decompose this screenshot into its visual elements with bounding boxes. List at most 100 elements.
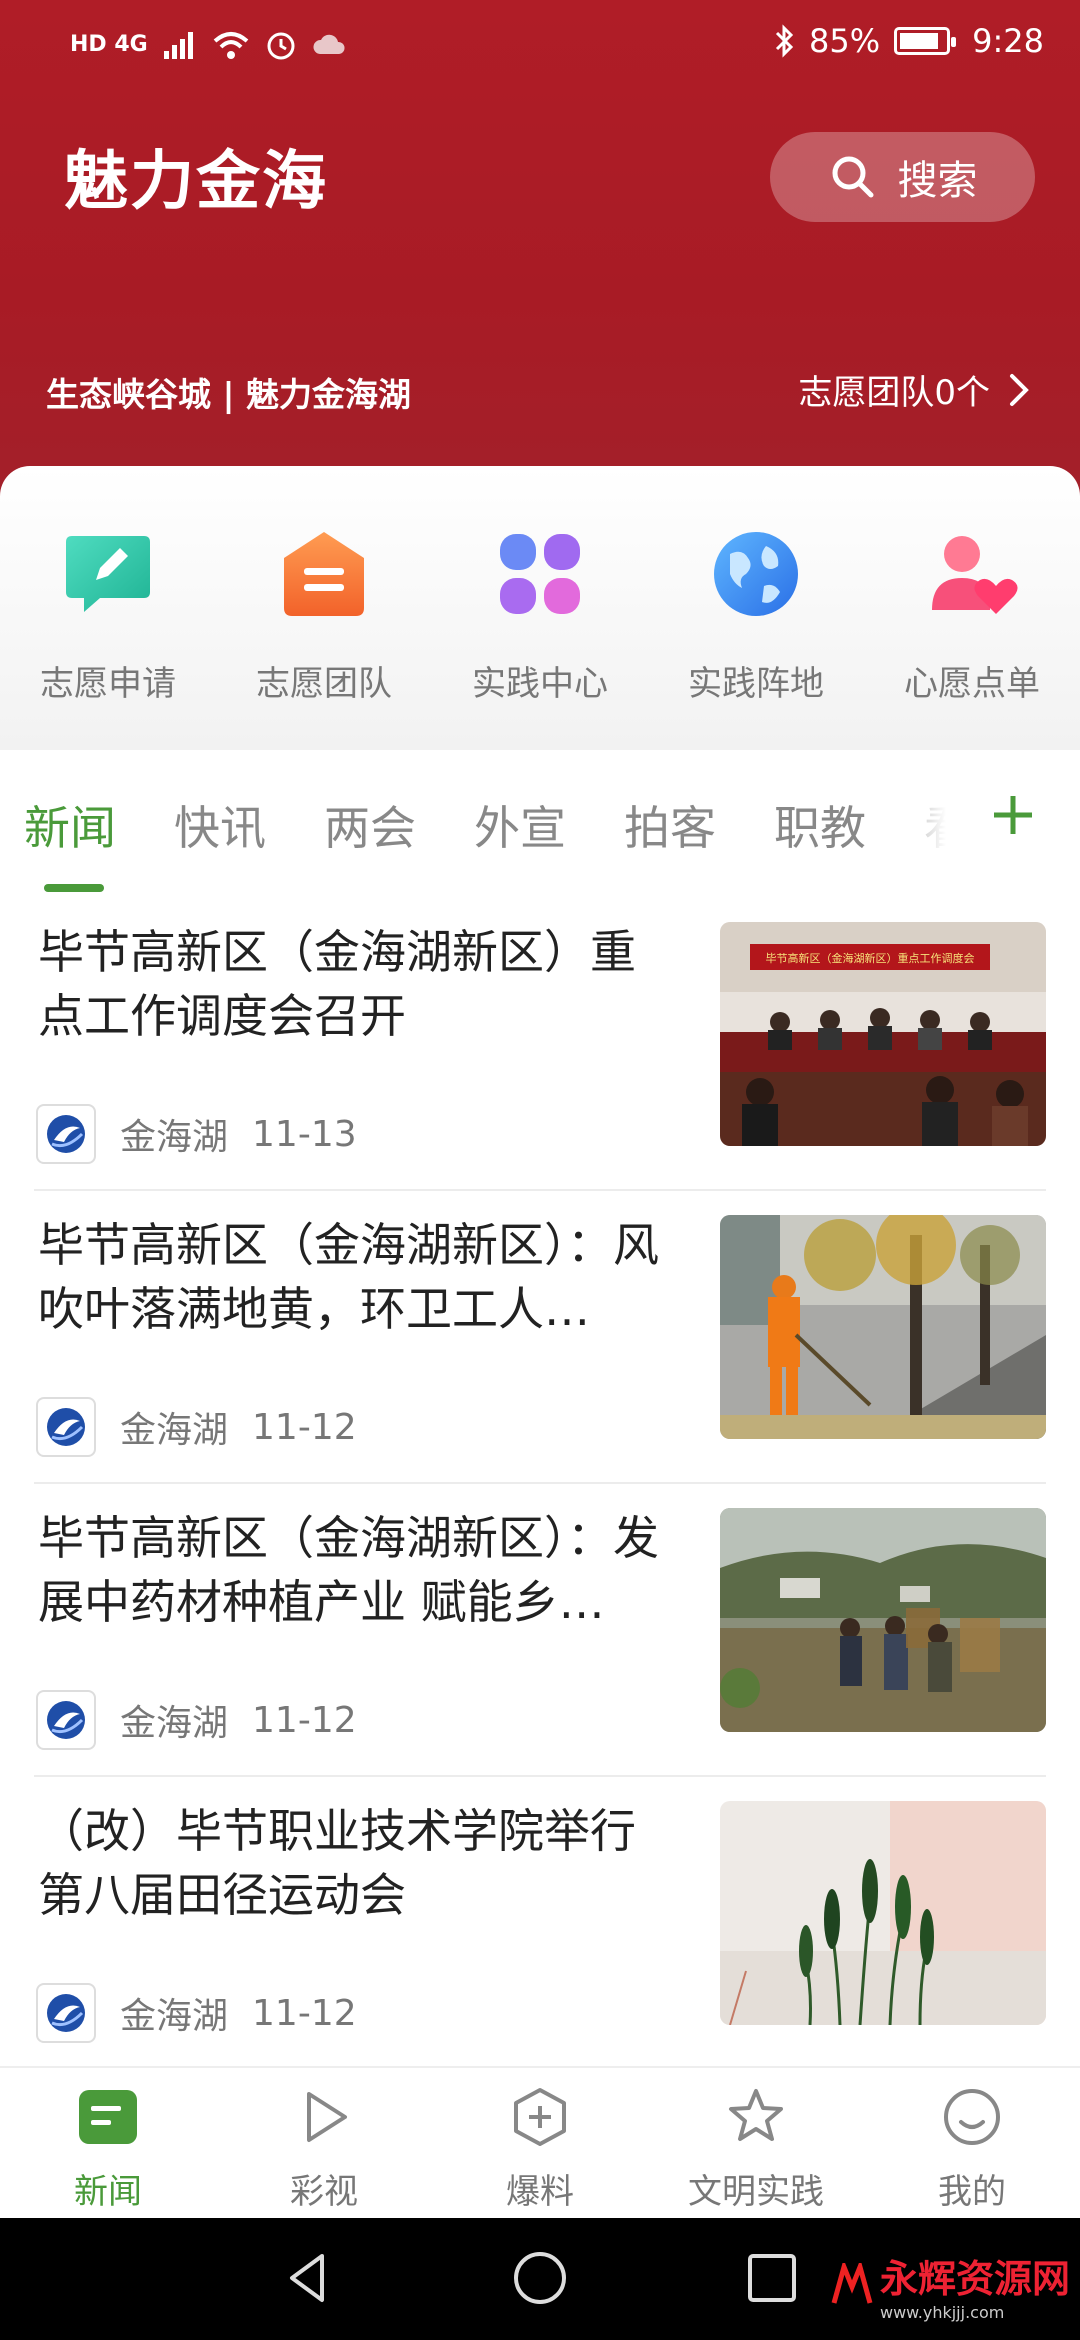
- news-item[interactable]: 毕节高新区（金海湖新区）：风吹叶落满地黄，环卫工人… 金海湖 11-12: [34, 1191, 1046, 1484]
- green-plants-photo-icon: [720, 1801, 1046, 2025]
- news-date: 11-13: [252, 1113, 357, 1155]
- quick-action-label: 志愿申请: [40, 664, 176, 704]
- team-box-icon: [284, 532, 364, 616]
- quick-action-volunteer-team[interactable]: 志愿团队: [216, 526, 432, 705]
- news-title: （改）毕节职业技术学院举行第八届田径运动会: [38, 1804, 636, 1922]
- source-logo-icon: [36, 1983, 96, 2043]
- watermark: 永辉资源网 www.yhkjjj.com: [830, 2248, 1070, 2322]
- status-bar: HD 4G 85% 9:28: [0, 0, 1080, 90]
- active-tab-indicator: [44, 884, 104, 892]
- meeting-photo-icon: 毕节高新区（金海湖新区）重点工作调度会: [720, 922, 1046, 1146]
- back-icon[interactable]: [278, 2248, 338, 2308]
- chevron-right-icon: [1010, 373, 1029, 406]
- search-icon: [832, 156, 873, 198]
- tab-flash[interactable]: 快讯: [174, 792, 266, 858]
- bluetooth-icon: [775, 24, 794, 58]
- news-meta: 金海湖 11-12: [36, 1690, 357, 1750]
- add-channel-icon[interactable]: [988, 790, 1038, 840]
- alarm-icon: [267, 32, 295, 60]
- news-meta: 金海湖 11-13: [36, 1104, 357, 1164]
- tab-two-sessions[interactable]: 两会: [324, 792, 416, 858]
- news-date: 11-12: [252, 1992, 357, 2034]
- news-date: 11-12: [252, 1699, 357, 1741]
- farmers-photo-icon: [720, 1508, 1046, 1732]
- news-title: 毕节高新区（金海湖新区）重点工作调度会召开: [38, 925, 636, 1043]
- news-source: 金海湖: [120, 1996, 229, 2037]
- nav-label: 我的: [938, 2172, 1006, 2212]
- tab-publicity[interactable]: 外宣: [474, 792, 566, 858]
- news-icon: [79, 2090, 137, 2144]
- news-source: 金海湖: [120, 1703, 229, 1744]
- system-nav-bar: 永辉资源网 www.yhkjjj.com: [0, 2218, 1080, 2340]
- watermark-logo-icon: [831, 2263, 873, 2304]
- news-source: 金海湖: [120, 1117, 229, 1158]
- news-meta: 金海湖 11-12: [36, 1983, 357, 2043]
- street-sweeper-photo-icon: [720, 1215, 1046, 1439]
- nav-report[interactable]: 爆料: [432, 2086, 648, 2213]
- nav-label: 爆料: [506, 2172, 574, 2212]
- four-leaf-icon: [500, 534, 580, 614]
- watermark-text: 永辉资源网: [879, 2257, 1070, 2301]
- news-item[interactable]: 毕节高新区（金海湖新区）：发展中药材种植产业 赋能乡… 金海湖 11-12: [34, 1484, 1046, 1777]
- quick-action-practice-center[interactable]: 实践中心: [432, 526, 648, 705]
- quick-action-label: 志愿团队: [256, 664, 392, 704]
- search-label: 搜索: [897, 158, 978, 204]
- news-thumbnail: [720, 1508, 1046, 1732]
- status-left: HD 4G: [70, 25, 348, 65]
- quick-action-label: 心愿点单: [904, 664, 1040, 704]
- news-title: 毕节高新区（金海湖新区）：风吹叶落满地黄，环卫工人…: [38, 1218, 659, 1336]
- nav-mine[interactable]: 我的: [864, 2086, 1080, 2213]
- quick-action-volunteer-apply[interactable]: 志愿申请: [0, 526, 216, 705]
- quick-actions: 志愿申请 志愿团队 实践中心 实践阵地 心愿点单: [0, 466, 1080, 750]
- globe-icon: [714, 532, 798, 616]
- signal-icon: [163, 32, 193, 59]
- recent-apps-icon[interactable]: [742, 2248, 802, 2308]
- source-logo-icon: [36, 1104, 96, 1164]
- cloud-icon: [313, 34, 345, 54]
- battery-level: [900, 33, 938, 49]
- news-thumbnail: [720, 1801, 1046, 2025]
- nav-label: 新闻: [74, 2172, 142, 2212]
- status-right: 85% 9:28: [773, 22, 1044, 60]
- meeting-banner-text: 毕节高新区（金海湖新区）重点工作调度会: [766, 951, 975, 965]
- star-icon: [729, 2089, 783, 2141]
- category-tabs: 新闻 快讯 两会 外宣 拍客 职教 看: [0, 750, 1080, 900]
- tab-news[interactable]: 新闻: [24, 792, 116, 858]
- news-source: 金海湖: [120, 1410, 229, 1451]
- play-icon: [307, 2092, 347, 2142]
- quick-action-wish-order[interactable]: 心愿点单: [864, 526, 1080, 705]
- pencil-chat-icon: [66, 536, 150, 612]
- quick-action-label: 实践阵地: [688, 664, 824, 704]
- bottom-nav: 新闻 彩视 爆料 文明实践 我的: [0, 2066, 1080, 2218]
- tab-fade: [880, 780, 990, 870]
- nav-video[interactable]: 彩视: [216, 2086, 432, 2213]
- news-item[interactable]: （改）毕节职业技术学院举行第八届田径运动会 金海湖 11-12: [34, 1777, 1046, 2070]
- news-thumbnail: [720, 1215, 1046, 1439]
- plus-hexagon-icon: [514, 2088, 566, 2146]
- quick-action-practice-site[interactable]: 实践阵地: [648, 526, 864, 705]
- page-title: 魅力金海: [64, 145, 328, 219]
- nav-label: 文明实践: [688, 2172, 824, 2212]
- news-item[interactable]: 毕节高新区（金海湖新区）重点工作调度会召开 金海湖 11-13 毕节高新区（金海…: [34, 898, 1046, 1191]
- source-logo-icon: [36, 1690, 96, 1750]
- nav-label: 彩视: [290, 2172, 358, 2212]
- team-count-label: 志愿团队0个: [798, 373, 990, 413]
- nav-news[interactable]: 新闻: [0, 2086, 216, 2213]
- clock: 9:28: [972, 22, 1044, 60]
- home-icon[interactable]: [510, 2248, 570, 2308]
- wifi-icon: [213, 32, 249, 59]
- tab-reporter[interactable]: 拍客: [624, 792, 716, 858]
- tab-vocational[interactable]: 职教: [774, 792, 866, 858]
- news-meta: 金海湖 11-12: [36, 1397, 357, 1457]
- quick-action-label: 实践中心: [472, 664, 608, 704]
- nav-civilization-practice[interactable]: 文明实践: [648, 2086, 864, 2213]
- news-date: 11-12: [252, 1406, 357, 1448]
- slogan: 生态峡谷城 | 魅力金海湖: [46, 375, 412, 414]
- search-button[interactable]: 搜索: [770, 132, 1035, 222]
- news-title: 毕节高新区（金海湖新区）：发展中药材种植产业 赋能乡…: [38, 1511, 659, 1629]
- watermark-url: www.yhkjjj.com: [879, 2303, 1005, 2322]
- source-logo-icon: [36, 1397, 96, 1457]
- battery-percent: 85%: [809, 22, 881, 60]
- news-thumbnail: 毕节高新区（金海湖新区）重点工作调度会: [720, 922, 1046, 1146]
- team-count-link[interactable]: 志愿团队0个: [798, 365, 1034, 414]
